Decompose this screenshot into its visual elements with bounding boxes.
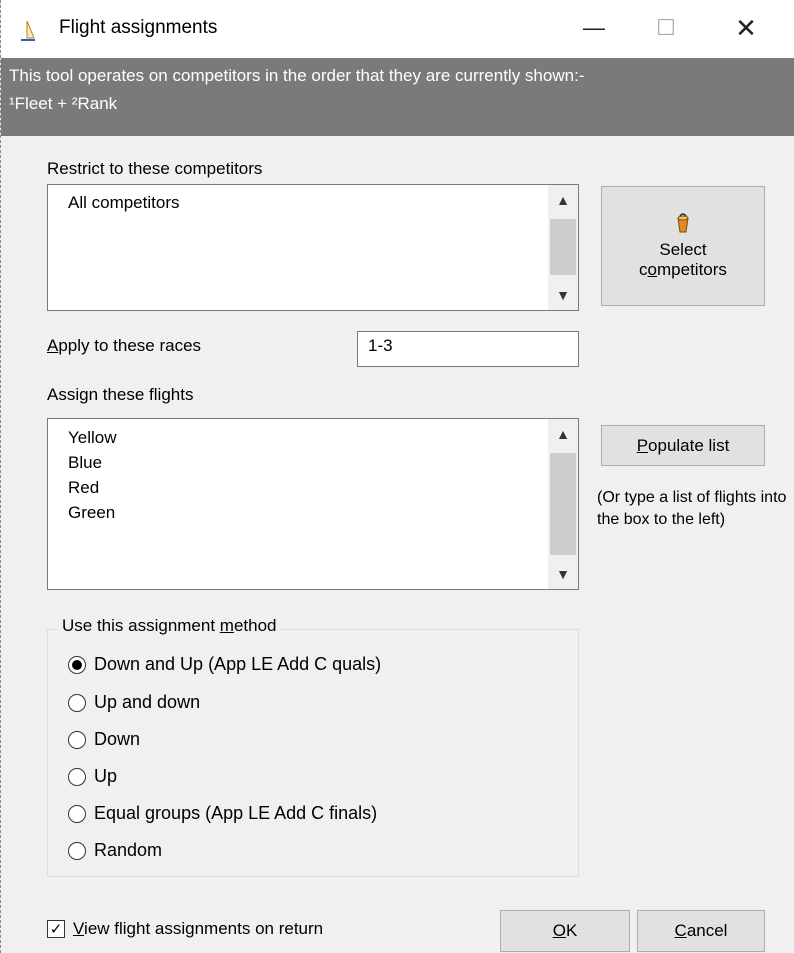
scroll-up-icon[interactable]: ▲ <box>548 419 578 449</box>
select-button-line1: Select <box>659 240 707 259</box>
radio-down-and-up[interactable]: Down and Up (App LE Add C quals) <box>68 654 381 675</box>
dialog-window: Flight assignments — ☐ ✕ This tool opera… <box>0 0 794 953</box>
scroll-up-icon[interactable]: ▲ <box>548 185 578 215</box>
competitors-listbox[interactable]: All competitors ▲ ▼ <box>47 184 579 311</box>
scroll-thumb[interactable] <box>550 219 576 275</box>
ok-button[interactable]: OK <box>500 910 630 952</box>
races-input[interactable]: 1-3 <box>357 331 579 367</box>
radio-icon[interactable] <box>68 767 86 786</box>
cancel-button[interactable]: Cancel <box>637 910 765 952</box>
banner-line2: ¹Fleet + ²Rank <box>9 94 118 113</box>
scroll-thumb[interactable] <box>550 453 576 555</box>
radio-icon[interactable] <box>68 730 86 749</box>
method-legend: Use this assignment method <box>58 616 281 636</box>
flights-label: Assign these flights <box>47 385 194 404</box>
bucket-icon <box>677 213 689 233</box>
method-groupbox: Use this assignment method Down and Up (… <box>47 616 579 877</box>
races-label: Apply to these races <box>47 336 202 355</box>
scroll-down-icon[interactable]: ▼ <box>548 280 578 310</box>
banner-line1: This tool operates on competitors in the… <box>9 66 585 85</box>
list-item[interactable]: Green <box>68 500 117 525</box>
scroll-down-icon[interactable]: ▼ <box>548 559 578 589</box>
select-button-line2: competitors <box>639 260 727 279</box>
select-competitors-button[interactable]: Select competitors <box>601 186 765 306</box>
radio-equal-groups[interactable]: Equal groups (App LE Add C finals) <box>68 803 377 824</box>
info-banner: This tool operates on competitors in the… <box>1 58 794 136</box>
minimize-button[interactable]: — <box>569 8 619 48</box>
radio-selected-icon[interactable] <box>68 655 86 674</box>
maximize-button[interactable]: ☐ <box>641 8 691 48</box>
list-item[interactable]: Yellow <box>68 425 117 450</box>
sailboat-icon <box>21 20 35 41</box>
radio-icon[interactable] <box>68 804 86 823</box>
populate-list-button[interactable]: Populate list <box>601 425 765 466</box>
flights-listbox[interactable]: Yellow Blue Red Green ▲ ▼ <box>47 418 579 590</box>
flights-items: Yellow Blue Red Green <box>68 425 117 525</box>
competitors-label: Restrict to these competitors <box>47 159 263 178</box>
radio-icon[interactable] <box>68 841 86 860</box>
title-bar[interactable]: Flight assignments — ☐ ✕ <box>1 0 794 58</box>
radio-random[interactable]: Random <box>68 840 162 861</box>
view-assignments-checkbox[interactable]: ✓ View flight assignments on return <box>47 919 323 939</box>
flights-hint: (Or type a list of flights into the box … <box>597 489 787 528</box>
radio-icon[interactable] <box>68 693 86 712</box>
list-item[interactable]: Red <box>68 475 117 500</box>
list-item[interactable]: Blue <box>68 450 117 475</box>
window-title: Flight assignments <box>59 17 218 38</box>
competitors-scrollbar[interactable]: ▲ ▼ <box>548 185 578 310</box>
list-item[interactable]: All competitors <box>68 191 179 215</box>
competitors-items: All competitors <box>68 191 179 215</box>
checkmark-icon[interactable]: ✓ <box>47 920 65 938</box>
radio-down[interactable]: Down <box>68 729 140 750</box>
flights-scrollbar[interactable]: ▲ ▼ <box>548 419 578 589</box>
radio-up-and-down[interactable]: Up and down <box>68 692 200 713</box>
close-button[interactable]: ✕ <box>721 8 771 48</box>
radio-up[interactable]: Up <box>68 766 117 787</box>
